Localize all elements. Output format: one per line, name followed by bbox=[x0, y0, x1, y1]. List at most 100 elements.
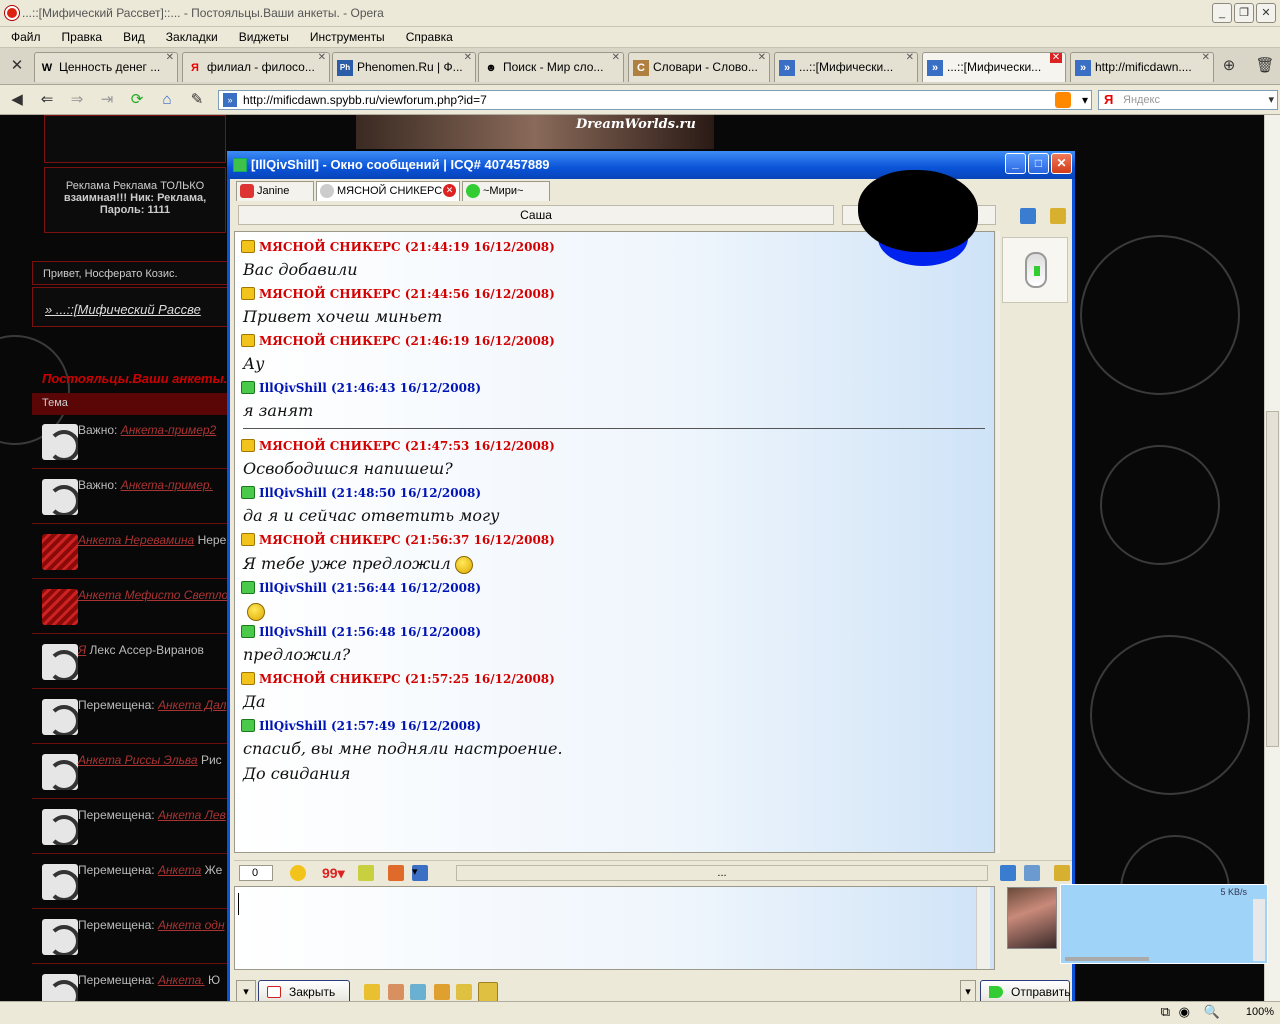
folder-delete-icon[interactable] bbox=[1054, 865, 1070, 881]
tab-8[interactable]: » http://mificdawn.... ✕ bbox=[1070, 52, 1214, 82]
dropdown-icon[interactable]: ▾ bbox=[1082, 91, 1088, 109]
tab-close-icon[interactable]: ✕ bbox=[166, 53, 174, 63]
notification-scrollbar[interactable] bbox=[1253, 899, 1265, 961]
topic-title[interactable]: Анкета Риссы Эльва Рис bbox=[78, 753, 222, 767]
topic-link[interactable]: Анкета bbox=[158, 863, 201, 877]
tab-miri[interactable]: ~Мири~ bbox=[462, 181, 550, 201]
contact-card-icon[interactable] bbox=[1000, 865, 1016, 881]
folder-icon[interactable] bbox=[1050, 208, 1066, 224]
forward-icon[interactable]: ⇒ bbox=[66, 89, 88, 111]
topic-link[interactable]: Анкета Лев bbox=[158, 808, 226, 822]
calendar-icon[interactable] bbox=[388, 865, 404, 881]
menu-tools[interactable]: Инструменты bbox=[310, 27, 385, 47]
topic-title[interactable]: Перемещена: Анкета Лев bbox=[78, 808, 226, 822]
search-input[interactable]: Я Яндекс ▾ bbox=[1098, 90, 1278, 110]
topic-title[interactable]: Перемещена: Анкета одн bbox=[78, 918, 225, 932]
tab-close-icon[interactable]: ✕ bbox=[318, 53, 326, 63]
topic-link[interactable]: Анкета. bbox=[158, 973, 205, 987]
page-scrollbar[interactable] bbox=[1264, 115, 1280, 1001]
tab-close-icon[interactable]: ✕ bbox=[1202, 53, 1210, 63]
edit-icon[interactable]: ✎ bbox=[186, 89, 208, 111]
input-scrollbar[interactable] bbox=[976, 887, 990, 969]
topic-title[interactable]: Важно: Анкета-пример2 bbox=[78, 423, 216, 437]
topic-link[interactable]: Анкета-пример. bbox=[121, 478, 213, 492]
message-input[interactable] bbox=[234, 886, 995, 970]
tools-icon[interactable]: ✕ bbox=[6, 55, 28, 77]
topic-title[interactable]: Перемещена: Анкета Же bbox=[78, 863, 222, 877]
menu-bookmarks[interactable]: Закладки bbox=[166, 27, 218, 47]
back-arrow-icon[interactable]: ⇐ bbox=[36, 89, 58, 111]
tab-myasnoy-snickers[interactable]: МЯСНОЙ СНИКЕРС ✕ bbox=[316, 181, 460, 201]
zoom-icon[interactable]: 🔍 bbox=[1204, 1004, 1220, 1020]
tab-close-icon[interactable]: ✕ bbox=[758, 53, 766, 63]
topic-title[interactable]: Перемещена: Анкета. Ю bbox=[78, 973, 220, 987]
close-window-button[interactable]: ✕ bbox=[1256, 3, 1276, 23]
menu-widgets[interactable]: Виджеты bbox=[239, 27, 289, 47]
tab-close-icon[interactable]: ✕ bbox=[612, 53, 620, 63]
expand-icon[interactable] bbox=[1024, 865, 1040, 881]
topic-link[interactable]: Анкета Риссы Эльва bbox=[78, 753, 198, 767]
scroll-thumb[interactable] bbox=[1266, 411, 1279, 747]
section-title[interactable]: Постояльцы.Ваши анкеты. bbox=[42, 371, 227, 386]
history-icon[interactable]: ▾ bbox=[412, 865, 428, 881]
tab-1[interactable]: W Ценность денег ... ✕ bbox=[34, 52, 178, 82]
send-file-icon[interactable] bbox=[358, 865, 374, 881]
topic-link[interactable]: Анкета Дал bbox=[158, 698, 226, 712]
fast-forward-icon[interactable]: ⇥ bbox=[96, 89, 118, 111]
topic-link[interactable]: Анкета Мефисто Светлого bbox=[78, 588, 241, 602]
message-meta: МЯСНОЙ СНИКЕРС (21:44:19 16/12/2008) bbox=[259, 240, 555, 254]
archive-icon[interactable] bbox=[456, 984, 472, 1000]
rss-icon[interactable] bbox=[1055, 92, 1071, 108]
user-info-icon[interactable] bbox=[1020, 208, 1036, 224]
pencil-icon[interactable] bbox=[364, 984, 380, 1000]
menu-file[interactable]: Файл bbox=[11, 27, 41, 47]
tab-close-icon[interactable]: ✕ bbox=[1050, 53, 1062, 63]
topic-title[interactable]: Важно: Анкета-пример. bbox=[78, 478, 213, 492]
tab-janine[interactable]: Janine bbox=[236, 181, 314, 201]
topic-title[interactable]: Анкета Мефисто Светлого bbox=[78, 588, 241, 602]
address-input[interactable]: » http://mificdawn.spybb.ru/viewforum.php… bbox=[218, 90, 1092, 110]
new-tab-icon[interactable]: ⊕ bbox=[1218, 55, 1240, 77]
tab-2[interactable]: Яфилиал - филосо... ✕ bbox=[182, 52, 330, 82]
tools-icon[interactable] bbox=[434, 984, 450, 1000]
reload-icon[interactable]: ⟳ bbox=[126, 89, 148, 111]
topic-link[interactable]: Анкета одн bbox=[158, 918, 225, 932]
back-icon[interactable]: ◀ bbox=[6, 89, 28, 111]
camera-icon[interactable]: ◉ bbox=[1179, 1004, 1190, 1020]
maximize-button[interactable]: ❐ bbox=[1234, 3, 1254, 23]
topic-link[interactable]: Анкета Неревамина bbox=[78, 533, 194, 547]
icq-minimize-button[interactable]: _ bbox=[1005, 153, 1026, 174]
multi-send-icon[interactable] bbox=[478, 982, 498, 1002]
topic-title[interactable]: Анкета Неревамина Нере bbox=[78, 533, 226, 547]
user-add-icon[interactable] bbox=[388, 984, 404, 1000]
network-icon[interactable]: ⧉ bbox=[1161, 1004, 1170, 1020]
minimize-button[interactable]: _ bbox=[1212, 3, 1232, 23]
message-history[interactable]: МЯСНОЙ СНИКЕРС (21:44:19 16/12/2008) Вас … bbox=[234, 231, 995, 853]
icq-close-button[interactable]: ✕ bbox=[1051, 153, 1072, 174]
close-tab-icon[interactable]: ✕ bbox=[443, 184, 456, 197]
quote-icon[interactable]: 99▾ bbox=[322, 865, 345, 881]
topic-link[interactable]: Я bbox=[78, 643, 86, 657]
tab-5[interactable]: C Словари - Слово... ✕ bbox=[628, 52, 770, 82]
topic-title[interactable]: Я Лекс Ассер-Виранов bbox=[78, 643, 204, 657]
trash-icon[interactable]: 🗑 bbox=[1254, 55, 1276, 77]
menu-help[interactable]: Справка bbox=[406, 27, 453, 47]
tab-4[interactable]: ☻ Поиск - Мир сло... ✕ bbox=[478, 52, 624, 82]
menu-view[interactable]: Вид bbox=[123, 27, 145, 47]
tab-close-icon[interactable]: ✕ bbox=[906, 53, 914, 63]
slovari-icon: C bbox=[633, 60, 649, 76]
topic-title[interactable]: Перемещена: Анкета Дал bbox=[78, 698, 226, 712]
zoom-level[interactable]: 100% bbox=[1246, 1006, 1274, 1018]
home-icon[interactable]: ⌂ bbox=[156, 89, 178, 111]
icq-maximize-button[interactable]: □ bbox=[1028, 153, 1049, 174]
search-dropdown-icon[interactable]: ▾ bbox=[1268, 91, 1274, 109]
tab-close-icon[interactable]: ✕ bbox=[464, 53, 472, 63]
menu-edit[interactable]: Правка bbox=[62, 27, 103, 47]
tab-3[interactable]: Ph Phenomen.Ru | Ф... ✕ bbox=[332, 52, 476, 82]
breadcrumb[interactable]: » ...::[Мифический Рассве bbox=[45, 302, 201, 317]
notes-icon[interactable] bbox=[410, 984, 426, 1000]
tab-7-active[interactable]: » ...::[Мифически... ✕ bbox=[922, 52, 1066, 82]
topic-link[interactable]: Анкета-пример2 bbox=[121, 423, 217, 437]
smiley-icon[interactable] bbox=[290, 865, 306, 881]
tab-6[interactable]: » ...::[Мифически... ✕ bbox=[774, 52, 918, 82]
